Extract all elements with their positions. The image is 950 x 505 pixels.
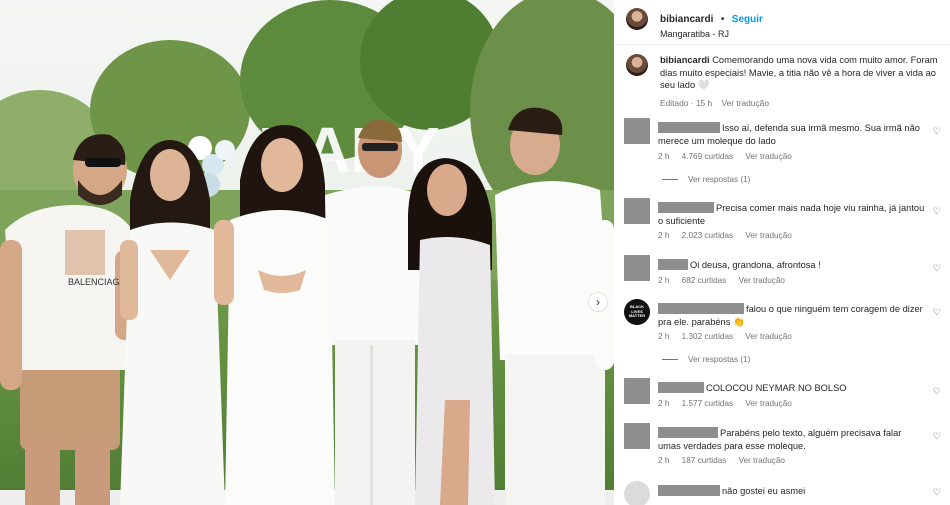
person-5	[408, 158, 495, 505]
view-replies[interactable]: Ver respostas (1)	[662, 355, 750, 364]
heart-icon[interactable]: ♡	[933, 386, 941, 397]
shirt-logo: BALENCIAGA	[68, 277, 126, 287]
comment-translate-link[interactable]: Ver tradução	[745, 332, 791, 341]
comment-translate-link[interactable]: Ver tradução	[739, 276, 785, 285]
avatar[interactable]	[626, 8, 648, 30]
view-replies[interactable]: Ver respostas (1)	[662, 175, 750, 184]
caption-translate-link[interactable]: Ver tradução	[721, 98, 769, 108]
caption-edited: Editado · 15 h	[660, 97, 713, 108]
comment-translate-link[interactable]: Ver tradução	[745, 152, 791, 161]
comment-text: Oi deusa, grandona, afrontosa !	[690, 260, 821, 270]
comment-time: 2 h	[658, 152, 670, 161]
location[interactable]: Mangaratiba - RJ	[660, 29, 763, 39]
comment-time: 2 h	[658, 332, 670, 341]
chevron-right-icon: ›	[596, 295, 600, 309]
redacted-username	[658, 259, 688, 270]
comment-likes[interactable]: 2.023 curtidas	[682, 231, 733, 240]
comment-likes[interactable]: 1.302 curtidas	[682, 332, 733, 341]
comment-likes[interactable]: 187 curtidas	[682, 456, 727, 465]
heart-icon[interactable]: ♡	[933, 487, 941, 498]
caption: bibiancardi Comemorando uma nova vida co…	[626, 54, 942, 109]
heart-icon[interactable]: ♡	[933, 206, 941, 217]
redacted-username	[658, 427, 718, 438]
comment-time: 2 h	[658, 276, 670, 285]
heart-icon[interactable]: ♡	[933, 307, 941, 318]
post-photo: BABY BALENCIAGA ›	[0, 0, 614, 505]
caption-avatar[interactable]	[626, 54, 648, 76]
divider	[614, 44, 950, 45]
comment-text: não gostei eu asmei	[722, 486, 806, 496]
comment-likes[interactable]: 682 curtidas	[682, 276, 727, 285]
comment-translate-link[interactable]: Ver tradução	[745, 399, 791, 408]
comment-time: 2 h	[658, 399, 670, 408]
post-header: bibiancardi • Seguir Mangaratiba - RJ	[626, 8, 763, 39]
comment-avatar[interactable]	[624, 198, 650, 224]
comment-avatar[interactable]	[624, 255, 650, 281]
heart-icon[interactable]: ♡	[933, 431, 941, 442]
comment-likes[interactable]: 1.577 curtidas	[682, 399, 733, 408]
comment-avatar[interactable]: BLACK LIVES MATTER	[624, 299, 650, 325]
comment-avatar[interactable]	[624, 378, 650, 404]
next-photo-button[interactable]: ›	[589, 293, 607, 311]
comment-avatar[interactable]	[624, 481, 650, 505]
heart-icon[interactable]: ♡	[933, 263, 941, 274]
separator-dot: •	[720, 14, 725, 25]
party-photo-illustration: BABY BALENCIAGA	[0, 0, 614, 505]
comment-likes[interactable]: 4.769 curtidas	[682, 152, 733, 161]
comment-translate-link[interactable]: Ver tradução	[745, 231, 791, 240]
comment-time: 2 h	[658, 456, 670, 465]
redacted-username	[658, 303, 744, 314]
caption-username[interactable]: bibiancardi	[660, 55, 710, 65]
redacted-username	[658, 382, 704, 393]
username[interactable]: bibiancardi	[660, 14, 713, 25]
comment-translate-link[interactable]: Ver tradução	[739, 456, 785, 465]
follow-button[interactable]: Seguir	[732, 14, 763, 25]
comment-avatar[interactable]	[624, 423, 650, 449]
heart-icon[interactable]: ♡	[933, 126, 941, 137]
comment-time: 2 h	[658, 231, 670, 240]
redacted-username	[658, 202, 714, 213]
redacted-username	[658, 485, 720, 496]
post-side-panel: bibiancardi • Seguir Mangaratiba - RJ bi…	[614, 0, 950, 505]
comment-text: COLOCOU NEYMAR NO BOLSO	[706, 383, 847, 393]
comment-avatar[interactable]	[624, 118, 650, 144]
redacted-username	[658, 122, 720, 133]
